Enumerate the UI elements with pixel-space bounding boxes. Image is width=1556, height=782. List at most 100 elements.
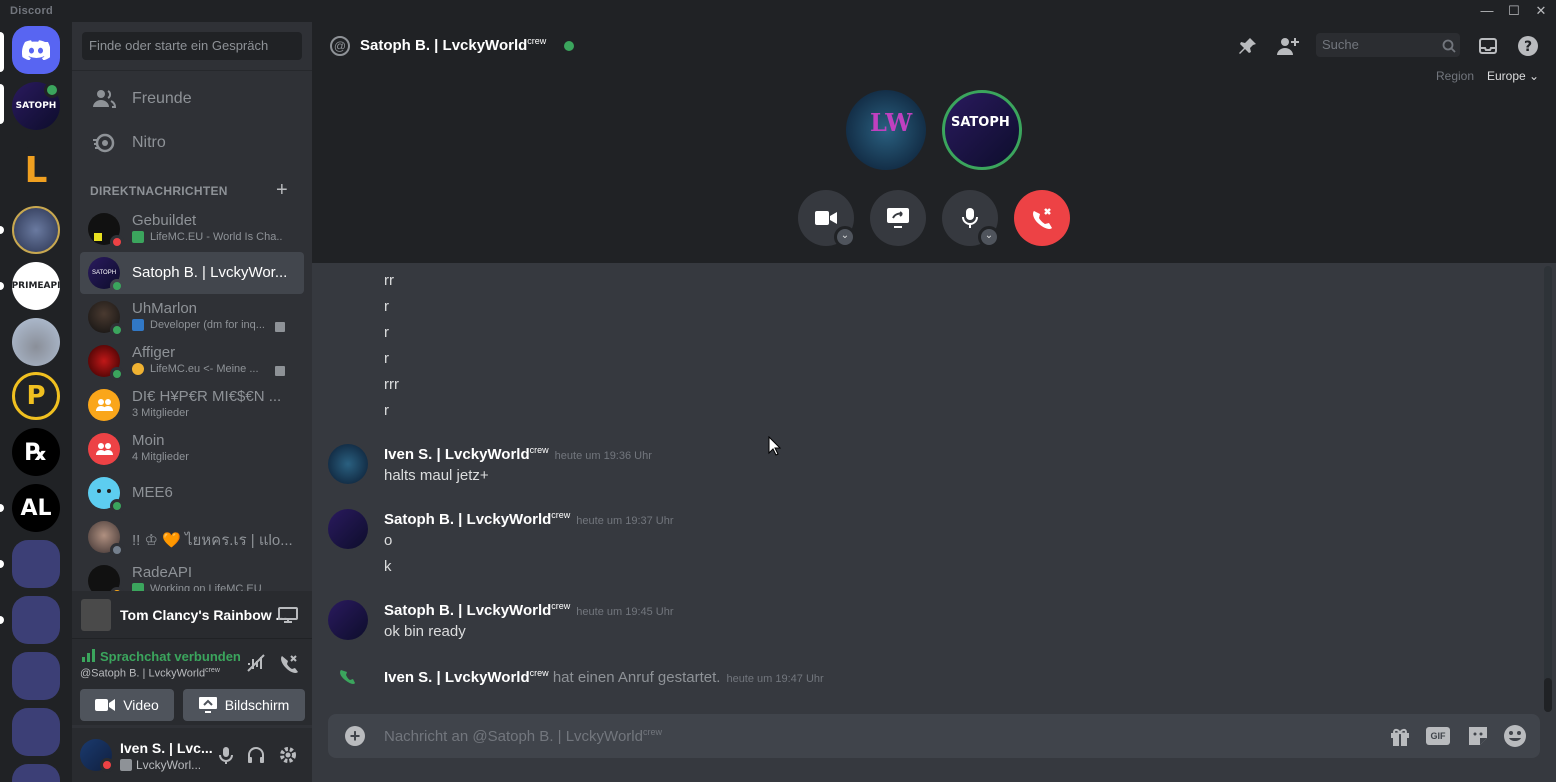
mic-options-button[interactable]: ⌄ (978, 226, 1000, 248)
dm-item-mee6[interactable]: MEE6 (80, 472, 304, 514)
minimize-button[interactable]: — (1474, 2, 1500, 20)
channel-title: Satoph B. | LvckyWorldcrew (360, 36, 546, 54)
mouse-cursor-icon (768, 435, 782, 461)
dm-sidebar: Finde oder starte ein Gespräch Freunde N… (72, 22, 312, 782)
message-content: ok bin ready (384, 623, 466, 640)
video-button[interactable]: Video (80, 689, 174, 721)
scrollbar-thumb[interactable] (1544, 678, 1552, 712)
camera-button[interactable]: ⌄ (798, 190, 856, 248)
dm-item-satoph[interactable]: SATOPH Satoph B. | LvckyWor... (80, 252, 304, 294)
message-composer[interactable]: + Nachricht an @Satoph B. | LvckyWorldcr… (328, 714, 1540, 758)
region-select[interactable]: Europe ⌄ (1487, 69, 1539, 83)
emblem-server-icon[interactable] (12, 206, 60, 254)
conversation-search-input[interactable]: Finde oder starte ein Gespräch (82, 32, 302, 60)
message-timestamp: heute um 19:37 Uhr (576, 515, 674, 527)
screen-share-icon[interactable] (278, 605, 298, 630)
signal-icon (82, 649, 95, 662)
settings-gear-icon[interactable] (278, 745, 298, 770)
dm-sub-label: 4 Mitglieder (132, 451, 189, 463)
p-server-icon[interactable]: P (12, 372, 60, 420)
al-server-icon[interactable]: AL (12, 484, 60, 532)
author-name: Iven S. | LvckyWorld (384, 446, 530, 463)
avatar[interactable] (328, 444, 368, 484)
crew-suffix: crew (642, 727, 662, 737)
dm-name: DI€ H¥P€R MI€$€N ... (132, 388, 282, 405)
rx-server-icon[interactable]: ℞ (12, 428, 60, 476)
screen-label: Bildschirm (224, 697, 290, 713)
add-friend-icon[interactable] (1276, 34, 1300, 58)
custom-status-icon (120, 759, 132, 771)
group-avatar-icon (88, 389, 120, 421)
screen-share-icon (887, 208, 909, 228)
microphone-icon[interactable] (216, 745, 236, 770)
message-author[interactable]: Satoph B. | LvckyWorldcrew heute um 19:37… (384, 510, 674, 528)
help-icon[interactable]: ? (1516, 34, 1540, 58)
unread-pill (0, 504, 4, 512)
unread-pill (0, 616, 4, 624)
dm-item-gebuildet[interactable]: Gebuildet LifeMC.EU - World Is Cha... (80, 208, 304, 250)
offline-status-icon (110, 543, 124, 557)
pin-icon[interactable] (1236, 34, 1260, 58)
speaker-icon (44, 82, 60, 98)
nav-nitro[interactable]: Nitro (80, 122, 304, 164)
dm-name: Gebuildet (132, 212, 197, 229)
gift-icon[interactable] (1388, 724, 1412, 748)
gif-icon[interactable]: GIF (1426, 724, 1450, 748)
region-value: Europe (1487, 69, 1526, 83)
dm-item-group-moin[interactable]: Moin 4 Mitglieder (80, 428, 304, 470)
dm-name: !! ♔ 🧡 ไยหคร.เร | แlo... (132, 532, 292, 549)
camera-options-button[interactable]: ⌄ (834, 226, 856, 248)
close-window-button[interactable]: ✕ (1528, 2, 1554, 20)
user-tag-label: LvckyWorl... (136, 758, 202, 772)
avatar[interactable] (328, 600, 368, 640)
server-folder-icon[interactable] (12, 652, 60, 700)
online-status-icon (110, 367, 124, 381)
message-input[interactable]: Nachricht an @Satoph B. | LvckyWorldcrew (384, 727, 662, 745)
emoji-icon[interactable] (1503, 724, 1527, 748)
server-folder-icon[interactable] (12, 708, 60, 756)
dm-item-crown[interactable]: !! ♔ 🧡 ไยหคร.เร | แlo... (80, 516, 304, 558)
dm-item-affiger[interactable]: Affiger LifeMC.eu <- Meine ... (80, 340, 304, 382)
hang-up-button[interactable] (1014, 190, 1070, 246)
dm-item-uhmarlon[interactable]: UhMarlon Developer (dm for inq... (80, 296, 304, 338)
share-screen-button[interactable] (870, 190, 926, 246)
primeapi-server-icon[interactable]: PRIMEAPI (12, 262, 60, 310)
dm-sub-label: Developer (dm for inq... (150, 319, 265, 331)
screen-button[interactable]: Bildschirm (183, 689, 305, 721)
noise-suppression-icon[interactable] (246, 653, 266, 678)
author-name[interactable]: Iven S. | LvckyWorld (384, 669, 530, 686)
dm-section-header: DIREKTNACHRICHTEN (90, 184, 228, 198)
upload-plus-icon[interactable]: + (345, 726, 365, 746)
headphones-icon[interactable] (246, 745, 266, 770)
server-folder-icon[interactable] (12, 764, 60, 782)
inbox-icon[interactable] (1476, 34, 1500, 58)
sticker-icon[interactable] (1466, 724, 1490, 748)
mute-button[interactable]: ⌄ (942, 190, 1000, 248)
l-server-icon[interactable]: L (12, 146, 60, 194)
create-dm-button[interactable]: + (276, 180, 288, 200)
photo-server-icon[interactable] (12, 318, 60, 366)
author-name: Satoph B. | LvckyWorld (384, 511, 552, 528)
group-avatar-icon (88, 433, 120, 465)
disconnect-icon[interactable] (278, 653, 298, 678)
caller-avatar-iven[interactable]: LW (846, 90, 926, 170)
message-author[interactable]: Satoph B. | LvckyWorldcrew heute um 19:45… (384, 601, 674, 619)
scrollbar-track[interactable] (1544, 266, 1552, 712)
avatar[interactable] (328, 509, 368, 549)
server-folder-icon[interactable] (12, 540, 60, 588)
maximize-button[interactable]: ☐ (1501, 2, 1527, 20)
window-titlebar: Discord — ☐ ✕ (0, 0, 1556, 22)
callee-avatar-satoph[interactable]: SATOPH (942, 90, 1022, 170)
voice-status[interactable]: Sprachchat verbunden (100, 649, 241, 664)
nav-friends[interactable]: Freunde (80, 78, 304, 120)
message-timestamp: heute um 19:36 Uhr (554, 450, 652, 462)
voice-connection-panel: Sprachchat verbunden @Satoph B. | LvckyW… (72, 639, 312, 725)
message-author[interactable]: Iven S. | LvckyWorldcrew heute um 19:36 U… (384, 445, 652, 463)
server-folder-icon[interactable] (12, 596, 60, 644)
discord-home-icon[interactable] (12, 26, 60, 74)
emoji-icon (132, 363, 144, 375)
custom-status-icon (132, 231, 144, 243)
call-started-message: Iven S. | LvckyWorldcrew hat einen Anruf… (384, 668, 824, 686)
channel-title-text: Satoph B. | LvckyWorld (360, 37, 528, 54)
dm-item-group-hyper[interactable]: DI€ H¥P€R MI€$€N ... 3 Mitglieder (80, 384, 304, 426)
